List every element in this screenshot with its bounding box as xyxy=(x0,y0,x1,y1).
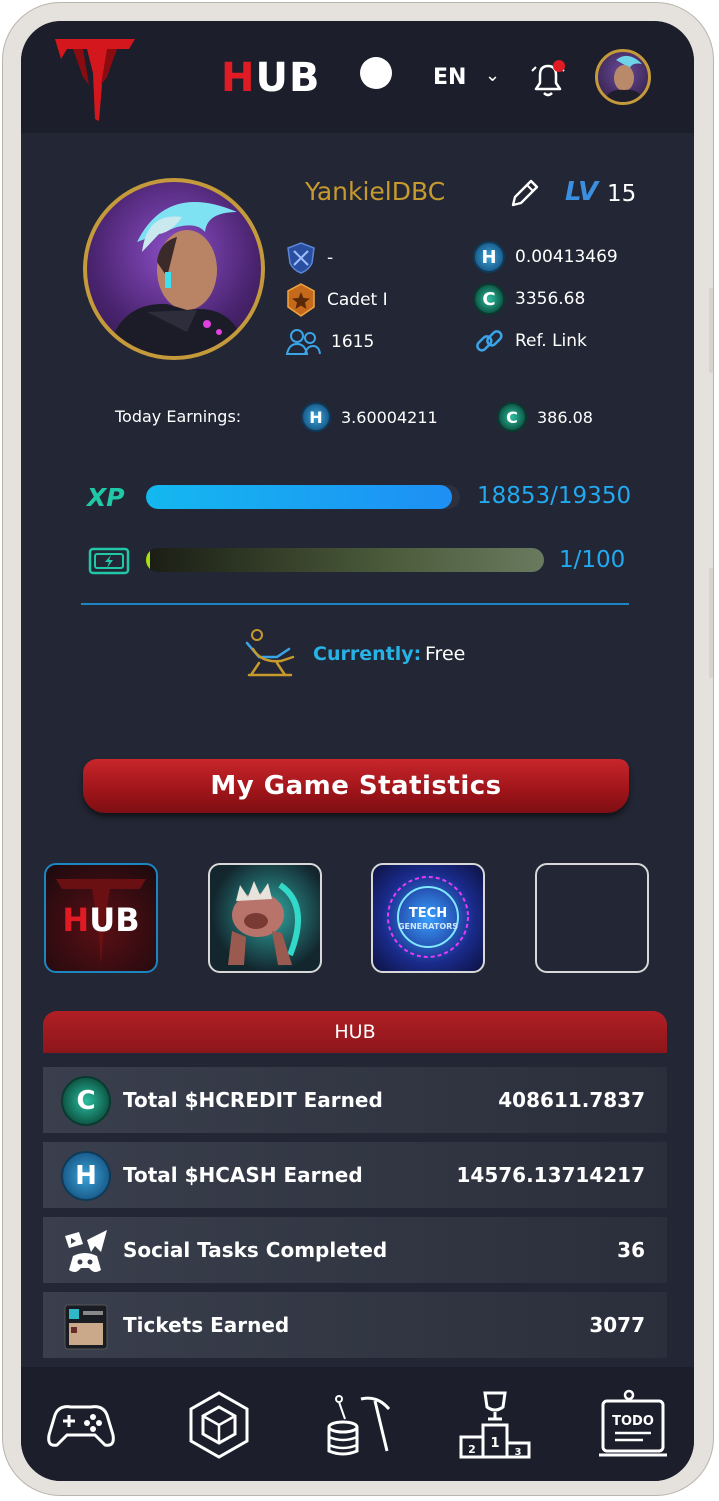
stats-row-hcash: H Total $HCASH Earned 14576.13714217 xyxy=(43,1142,667,1208)
stats-row-value: 14576.13714217 xyxy=(456,1163,645,1187)
link-icon xyxy=(476,330,503,352)
stats-row-tickets: Tickets Earned 3077 xyxy=(43,1292,667,1358)
divider xyxy=(81,603,629,605)
users-icon xyxy=(285,329,321,355)
profile-avatar[interactable] xyxy=(83,178,265,360)
stats-row-value: 36 xyxy=(617,1238,645,1262)
shield-swords-icon xyxy=(287,242,315,274)
hcredit-coin-icon: C xyxy=(61,1076,111,1126)
gamepad-icon[interactable] xyxy=(41,1385,121,1465)
hcredit-coin-icon: C xyxy=(497,402,527,432)
energy-ticket-icon xyxy=(88,547,130,575)
username: YankielDBC xyxy=(305,177,446,206)
hcash-coin-icon: H xyxy=(473,241,505,273)
game-tile-tech-generators[interactable]: TECH GENERATORS xyxy=(371,863,485,973)
todo-icon[interactable]: TODO xyxy=(593,1385,673,1465)
stats-row-label: Social Tasks Completed xyxy=(123,1238,388,1262)
hcash-balance-stat: H 0.00413469 xyxy=(473,241,618,273)
svg-text:3: 3 xyxy=(515,1447,522,1458)
xp-progress-bar xyxy=(146,485,460,509)
lounge-chair-icon xyxy=(245,629,295,677)
xp-label: XP xyxy=(87,483,125,512)
hcash-balance: 0.00413469 xyxy=(515,247,618,267)
rank-value: - xyxy=(327,248,334,268)
stats-row-value: 3077 xyxy=(589,1313,645,1337)
energy-progress-bar xyxy=(146,548,544,572)
svg-text:TECH: TECH xyxy=(409,906,447,921)
tech-generators-icon: TECH GENERATORS xyxy=(387,876,469,958)
stats-row-label: Total $HCASH Earned xyxy=(123,1163,363,1187)
today-hcredit-value: 386.08 xyxy=(537,407,593,427)
today-hcash: H 3.60004211 xyxy=(301,402,438,432)
notification-bell-icon[interactable] xyxy=(526,57,570,101)
svg-text:HUB: HUB xyxy=(62,901,139,939)
top-bar: HUB EN ⌄ xyxy=(21,21,694,133)
ref-link-button[interactable]: Ref. Link xyxy=(473,325,587,357)
rank-badge-icon xyxy=(287,283,315,317)
svg-text:TODO: TODO xyxy=(612,1414,654,1429)
energy-progress-fill xyxy=(146,548,150,572)
rank-title-stat: Cadet I xyxy=(285,283,388,317)
game-statistics-banner: My Game Statistics xyxy=(83,759,629,813)
social-icon xyxy=(65,1230,107,1272)
status-value: Free xyxy=(425,643,466,665)
user-avatar-button[interactable] xyxy=(595,49,651,105)
app-logo-icon[interactable] xyxy=(53,33,137,123)
hcash-coin-icon: H xyxy=(301,402,331,432)
avatar-image xyxy=(604,55,644,102)
mining-icon[interactable] xyxy=(317,1385,397,1465)
beast-game-icon xyxy=(228,881,301,965)
chevron-down-icon[interactable]: ⌄ xyxy=(485,65,500,86)
xp-progress-fill xyxy=(146,485,452,509)
bottom-nav: 1 2 3 TODO xyxy=(21,1367,694,1481)
stats-row-label: Total $HCREDIT Earned xyxy=(123,1088,383,1112)
followers-stat: 1615 xyxy=(285,327,374,357)
podium-icon[interactable]: 1 2 3 xyxy=(455,1385,535,1465)
app-title: HUB xyxy=(221,55,321,101)
profile-avatar-image xyxy=(107,202,247,356)
xp-text: 18853/19350 xyxy=(477,483,632,509)
hcash-coin-icon: H xyxy=(61,1151,111,1201)
svg-text:2: 2 xyxy=(468,1443,476,1456)
followers-count: 1615 xyxy=(331,332,375,352)
svg-text:GENERATORS: GENERATORS xyxy=(398,922,458,931)
level-label: LV xyxy=(565,177,599,207)
energy-text: 1/100 xyxy=(559,547,626,573)
stats-row-hcredit: C Total $HCREDIT Earned 408611.7837 xyxy=(43,1067,667,1133)
section-title: HUB xyxy=(43,1011,667,1053)
game-tile-beast[interactable] xyxy=(208,863,322,973)
stats-row-value: 408611.7837 xyxy=(498,1088,645,1112)
game-tile-empty[interactable] xyxy=(535,863,649,973)
svg-text:1: 1 xyxy=(490,1436,499,1451)
level-value: 15 xyxy=(607,181,637,207)
status-label: Currently: xyxy=(313,643,422,665)
hcredit-coin-icon: C xyxy=(473,283,505,315)
rank-stat: - xyxy=(285,241,333,275)
today-earnings-label: Today Earnings: xyxy=(115,407,242,426)
stats-row-social: Social Tasks Completed 36 xyxy=(43,1217,667,1283)
cube-icon[interactable] xyxy=(179,1385,259,1465)
hub-game-icon: HUB xyxy=(56,879,146,965)
rank-title: Cadet I xyxy=(327,290,388,310)
hcredit-balance-stat: C 3356.68 xyxy=(473,283,585,315)
hcredit-balance: 3356.68 xyxy=(515,289,586,309)
ref-link-label[interactable]: Ref. Link xyxy=(515,331,587,351)
front-camera xyxy=(360,57,392,89)
app-screen: HUB EN ⌄ YankielDBC LV 15 - Cadet I 1615… xyxy=(21,21,694,1481)
game-tile-hub[interactable]: HUB xyxy=(44,863,158,973)
language-selector[interactable]: EN xyxy=(433,65,466,90)
stats-row-label: Tickets Earned xyxy=(123,1313,290,1337)
today-hcredit: C 386.08 xyxy=(497,402,593,432)
today-hcash-value: 3.60004211 xyxy=(341,407,438,427)
volume-button xyxy=(709,288,713,373)
edit-pencil-icon[interactable] xyxy=(507,177,541,211)
power-button xyxy=(709,568,713,678)
ticket-icon xyxy=(64,1304,108,1350)
